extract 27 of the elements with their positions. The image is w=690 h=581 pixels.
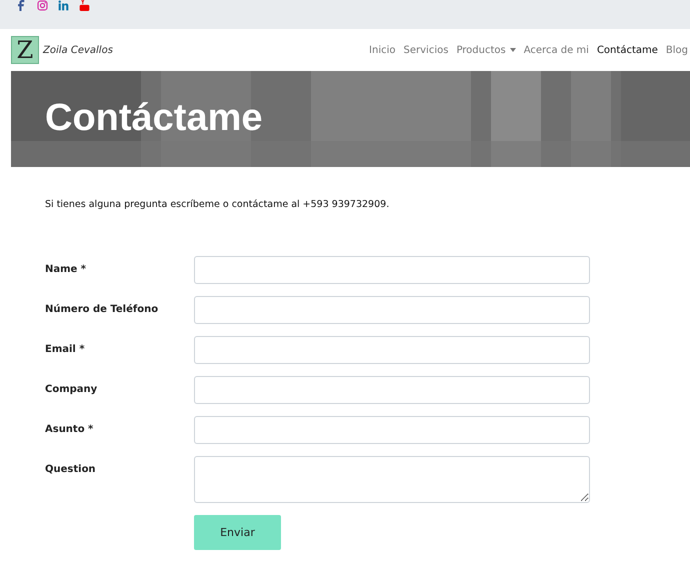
input-field[interactable] [194,376,590,404]
field-label: Email * [44,343,86,357]
nav-link[interactable]: Inicio [369,44,396,56]
field-label: Name * [44,263,88,277]
nav-link[interactable]: Productos [456,44,516,56]
input-field[interactable] [194,256,590,284]
submit-button[interactable]: Enviar [194,515,281,550]
nav-link[interactable]: Contáctame [596,44,658,56]
page-title: Contáctame [45,96,262,141]
logo-mark[interactable]: Z [11,36,39,64]
field-label: Número de Teléfono [44,303,160,317]
instagram-icon[interactable] [37,0,48,11]
text-area[interactable] [194,456,590,503]
brand-name[interactable]: Zoila Cevallos [43,44,113,56]
intro-text: Si tienes alguna pregunta escríbeme o contáctame al +593 939732909. [45,199,390,210]
youtube-icon[interactable] [79,0,90,11]
linkedin-icon[interactable] [58,0,69,11]
input-field[interactable] [194,336,590,364]
input-field[interactable] [194,296,590,324]
nav-link[interactable]: Servicios [404,44,448,56]
nav-link[interactable]: Blog [666,44,688,56]
field-label: Asunto * [44,423,94,437]
input-field[interactable] [194,416,590,444]
facebook-icon[interactable] [16,0,27,11]
nav-link[interactable]: Acerca de mi [524,44,589,56]
field-label: Company [44,383,98,397]
field-label: Question [44,463,97,477]
